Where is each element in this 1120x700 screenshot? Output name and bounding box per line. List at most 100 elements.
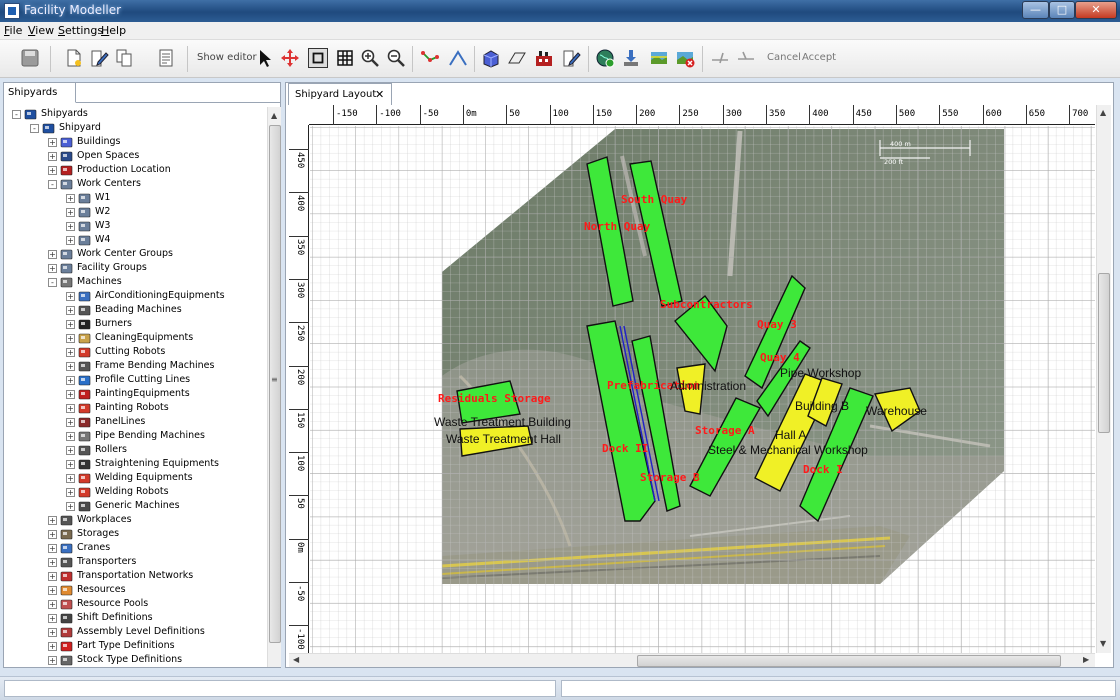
status-right (561, 680, 1116, 697)
maximize-button[interactable]: □ (1049, 1, 1075, 19)
expand-icon[interactable]: + (48, 572, 57, 581)
shipyard-icon (42, 122, 56, 135)
shipyard-map[interactable]: 400 m 200 ft South Quay North Quay Subco… (310, 126, 1095, 653)
expand-icon[interactable]: + (66, 334, 75, 343)
collapse-icon[interactable]: - (48, 278, 57, 287)
expand-icon[interactable]: + (48, 530, 57, 539)
ruler-x-tick (1025, 105, 1027, 125)
zoom-out-icon[interactable] (386, 48, 406, 68)
menu-settings[interactable]: Settings (58, 24, 103, 37)
copy-icon[interactable] (114, 48, 134, 68)
expand-icon[interactable]: + (48, 600, 57, 609)
close-button[interactable]: ✕ (1075, 1, 1117, 19)
expand-icon[interactable]: + (48, 558, 57, 567)
layout-canvas[interactable]: -150 -100 -50 0m 50 100 150 200 250 300 350 400 450 5… (289, 105, 1095, 653)
collapse-icon[interactable]: - (48, 180, 57, 189)
map-layer-icon[interactable] (649, 48, 669, 68)
expand-icon[interactable]: + (66, 390, 75, 399)
split-edge-icon[interactable] (710, 48, 730, 68)
expand-icon[interactable]: + (66, 474, 75, 483)
zoom-in-icon[interactable] (360, 48, 380, 68)
zoom-fit-icon[interactable] (308, 48, 328, 68)
expand-icon[interactable]: + (66, 376, 75, 385)
canvas-scroll-up-icon[interactable]: ▲ (1100, 108, 1106, 117)
open-space-tool-icon[interactable] (507, 48, 527, 68)
expand-icon[interactable]: + (66, 348, 75, 357)
expand-icon[interactable]: + (66, 418, 75, 427)
remove-map-icon[interactable] (675, 48, 695, 68)
expand-icon[interactable]: + (66, 432, 75, 441)
canvas-vscroll-thumb[interactable] (1098, 273, 1110, 433)
expand-icon[interactable]: + (48, 642, 57, 651)
production-location-icon[interactable] (534, 48, 554, 68)
select-pointer-icon[interactable] (255, 48, 275, 68)
expand-icon[interactable]: + (48, 544, 57, 553)
expand-icon[interactable]: + (66, 488, 75, 497)
minimize-button[interactable]: — (1022, 1, 1049, 19)
ruler-x-tick (766, 105, 767, 125)
expand-icon[interactable]: + (66, 320, 75, 329)
scroll-up-arrow-icon[interactable]: ▲ (271, 111, 277, 120)
ruler-x-tick (376, 105, 378, 125)
expand-icon[interactable]: + (66, 208, 75, 217)
expand-icon[interactable]: + (66, 236, 75, 245)
collapse-icon[interactable]: - (12, 110, 21, 119)
expand-icon[interactable]: + (48, 138, 57, 147)
menu-help[interactable]: Help (101, 24, 126, 37)
expand-icon[interactable]: + (66, 194, 75, 203)
add-map-icon[interactable] (595, 48, 615, 68)
crane-icon (60, 542, 74, 555)
ruler-y-tick (289, 625, 309, 627)
canvas-horizontal-scrollbar[interactable]: ◀ ▶ (289, 653, 1095, 667)
stock-icon (60, 654, 74, 667)
scroll-right-arrow-icon[interactable]: ▶ (1083, 655, 1089, 664)
polyline-tool-icon[interactable] (420, 48, 440, 68)
show-editor-button[interactable]: Show editor (197, 52, 257, 63)
expand-icon[interactable]: + (48, 614, 57, 623)
expand-icon[interactable]: + (48, 656, 57, 665)
tab-shipyard-layout[interactable]: Shipyard Layout ✕ (288, 83, 392, 105)
import-icon[interactable] (621, 48, 641, 68)
expand-icon[interactable]: + (66, 404, 75, 413)
expand-icon[interactable]: + (48, 586, 57, 595)
work-center-icon (60, 248, 74, 261)
menu-file[interactable]: File (4, 24, 22, 37)
tree-vertical-scrollbar[interactable]: ▲ ≡ (267, 107, 281, 667)
expand-icon[interactable]: + (48, 166, 57, 175)
expand-icon[interactable]: + (48, 250, 57, 259)
grid-icon[interactable] (335, 48, 355, 68)
accept-button[interactable]: Accept (802, 52, 836, 63)
building-tool-icon[interactable] (481, 48, 501, 68)
canvas-scroll-down-icon[interactable]: ▼ (1100, 639, 1106, 648)
tree-node-label: Shipyard (59, 122, 101, 133)
expand-icon[interactable]: + (66, 292, 75, 301)
expand-icon[interactable]: + (66, 222, 75, 231)
canvas-hscroll-thumb[interactable] (637, 655, 1061, 667)
close-tab-icon[interactable]: ✕ (375, 88, 384, 101)
expand-icon[interactable]: + (48, 628, 57, 637)
tree-scrollbar-thumb[interactable] (269, 125, 281, 643)
join-edge-icon[interactable] (736, 48, 756, 68)
expand-icon[interactable]: + (66, 362, 75, 371)
canvas-vertical-scrollbar[interactable]: ▲ ▼ (1096, 105, 1111, 653)
expand-icon[interactable]: + (48, 152, 57, 161)
expand-icon[interactable]: + (66, 306, 75, 315)
expand-icon[interactable]: + (66, 502, 75, 511)
menu-view[interactable]: View (28, 24, 54, 37)
expand-icon[interactable]: + (66, 460, 75, 469)
expand-icon[interactable]: + (66, 446, 75, 455)
save-icon[interactable] (20, 48, 40, 68)
new-document-icon[interactable] (64, 48, 84, 68)
scroll-left-arrow-icon[interactable]: ◀ (293, 655, 299, 664)
collapse-icon[interactable]: - (30, 124, 39, 133)
tab-shipyards[interactable]: Shipyards (4, 83, 76, 103)
move-icon[interactable] (280, 48, 300, 68)
cancel-button[interactable]: Cancel (767, 52, 801, 63)
expand-icon[interactable]: + (48, 264, 57, 273)
edit-area-icon[interactable] (561, 48, 581, 68)
properties-icon[interactable] (156, 48, 176, 68)
edit-document-icon[interactable] (89, 48, 109, 68)
label-north-quay: North Quay (584, 220, 651, 233)
line-tool-icon[interactable] (448, 48, 468, 68)
expand-icon[interactable]: + (48, 516, 57, 525)
